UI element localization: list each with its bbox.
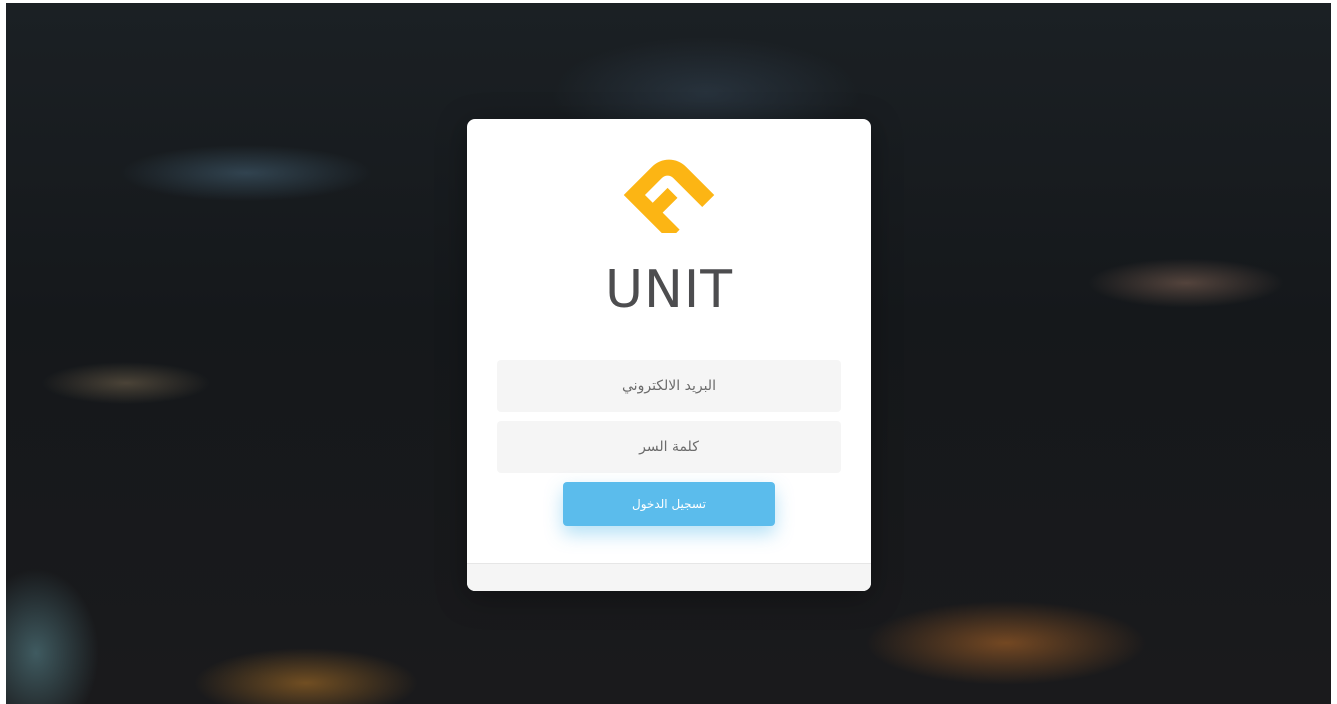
login-card: UNIT تسجيل الدخول	[467, 119, 871, 591]
unit-logo-icon	[623, 159, 715, 233]
page-frame: UNIT تسجيل الدخول	[0, 0, 1337, 704]
card-footer	[467, 563, 871, 591]
password-field[interactable]	[497, 421, 841, 473]
login-button[interactable]: تسجيل الدخول	[563, 482, 775, 526]
email-field[interactable]	[497, 360, 841, 412]
brand-name: UNIT	[604, 260, 734, 320]
